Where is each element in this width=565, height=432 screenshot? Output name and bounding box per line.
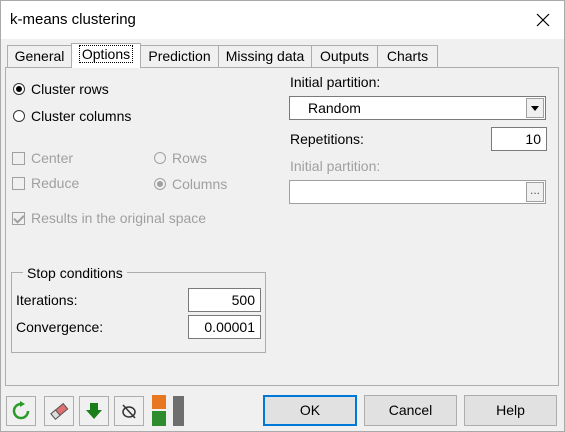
checkbox-unchecked-icon [12,151,25,165]
down-arrow-icon [86,403,102,419]
repetitions-input[interactable]: 10 [491,127,547,151]
repetitions-label: Repetitions: [290,131,364,147]
stop-conditions-group [11,272,266,353]
radio-unselected-icon [13,110,25,122]
close-button[interactable] [526,5,560,35]
convergence-label: Convergence: [16,319,104,335]
eraser-icon [50,402,69,420]
help-button[interactable]: Help [464,395,557,426]
reduce-checkbox[interactable]: Reduce [12,175,79,191]
tab-charts[interactable]: Charts [377,45,438,67]
initial-partition-range-input[interactable]: ... [289,180,546,204]
cancel-button[interactable]: Cancel [364,395,457,426]
tab-outputs[interactable]: Outputs [311,45,378,67]
tab-missing-data[interactable]: Missing data [218,45,312,67]
initial-partition-select[interactable]: Random [289,96,546,120]
eraser-button[interactable] [44,396,74,426]
window-title: k-means clustering [10,11,136,28]
ok-button[interactable]: OK [263,395,357,426]
rows-radio[interactable]: Rows [154,150,207,166]
close-icon [536,13,550,27]
browse-button[interactable]: ... [526,182,544,202]
paperclip-icon [122,404,136,419]
refresh-icon [12,401,30,420]
columns-radio[interactable]: Columns [154,176,227,192]
center-checkbox[interactable]: Center [12,150,73,166]
reset-button[interactable] [6,396,36,426]
checkbox-unchecked-icon [12,176,25,190]
convergence-input[interactable]: 0.00001 [188,315,261,339]
tab-general[interactable]: General [7,45,72,67]
reduce-label: Reduce [31,175,80,191]
initial-partition-value: Random [308,100,361,116]
results-original-space-label: Results in the original space [31,210,207,226]
rows-label: Rows [172,150,208,166]
initial-partition-secondary-label: Initial partition: [290,158,381,174]
bottom-toolbar: OK Cancel Help [1,387,564,431]
center-label: Center [31,150,74,166]
dropdown-arrow-icon[interactable] [526,98,544,118]
split-panel-icon [152,395,166,426]
radio-selected-icon [13,83,25,95]
checkbox-checked-icon [12,211,25,225]
download-button[interactable] [79,396,109,426]
radio-selected-icon [154,178,166,190]
tab-prediction[interactable]: Prediction [140,45,219,67]
help-tool-button[interactable] [114,396,144,426]
panel-splitter[interactable] [173,396,184,426]
cluster-rows-radio[interactable]: Cluster rows [13,81,109,97]
initial-partition-label: Initial partition: [290,74,381,90]
results-original-space-checkbox[interactable]: Results in the original space [12,210,206,226]
title-bar: k-means clustering [1,1,564,39]
layout-toggle[interactable] [152,395,166,426]
iterations-label: Iterations: [16,292,78,308]
cluster-columns-radio[interactable]: Cluster columns [13,108,131,124]
dialog-window: k-means clustering General Options Predi… [0,0,565,432]
cluster-columns-label: Cluster columns [31,108,132,124]
stop-conditions-title: Stop conditions [23,265,127,281]
columns-label: Columns [172,176,228,192]
iterations-input[interactable]: 500 [188,288,261,312]
tab-options[interactable]: Options [71,43,141,68]
cluster-rows-label: Cluster rows [31,81,109,97]
radio-unselected-icon [154,152,166,164]
